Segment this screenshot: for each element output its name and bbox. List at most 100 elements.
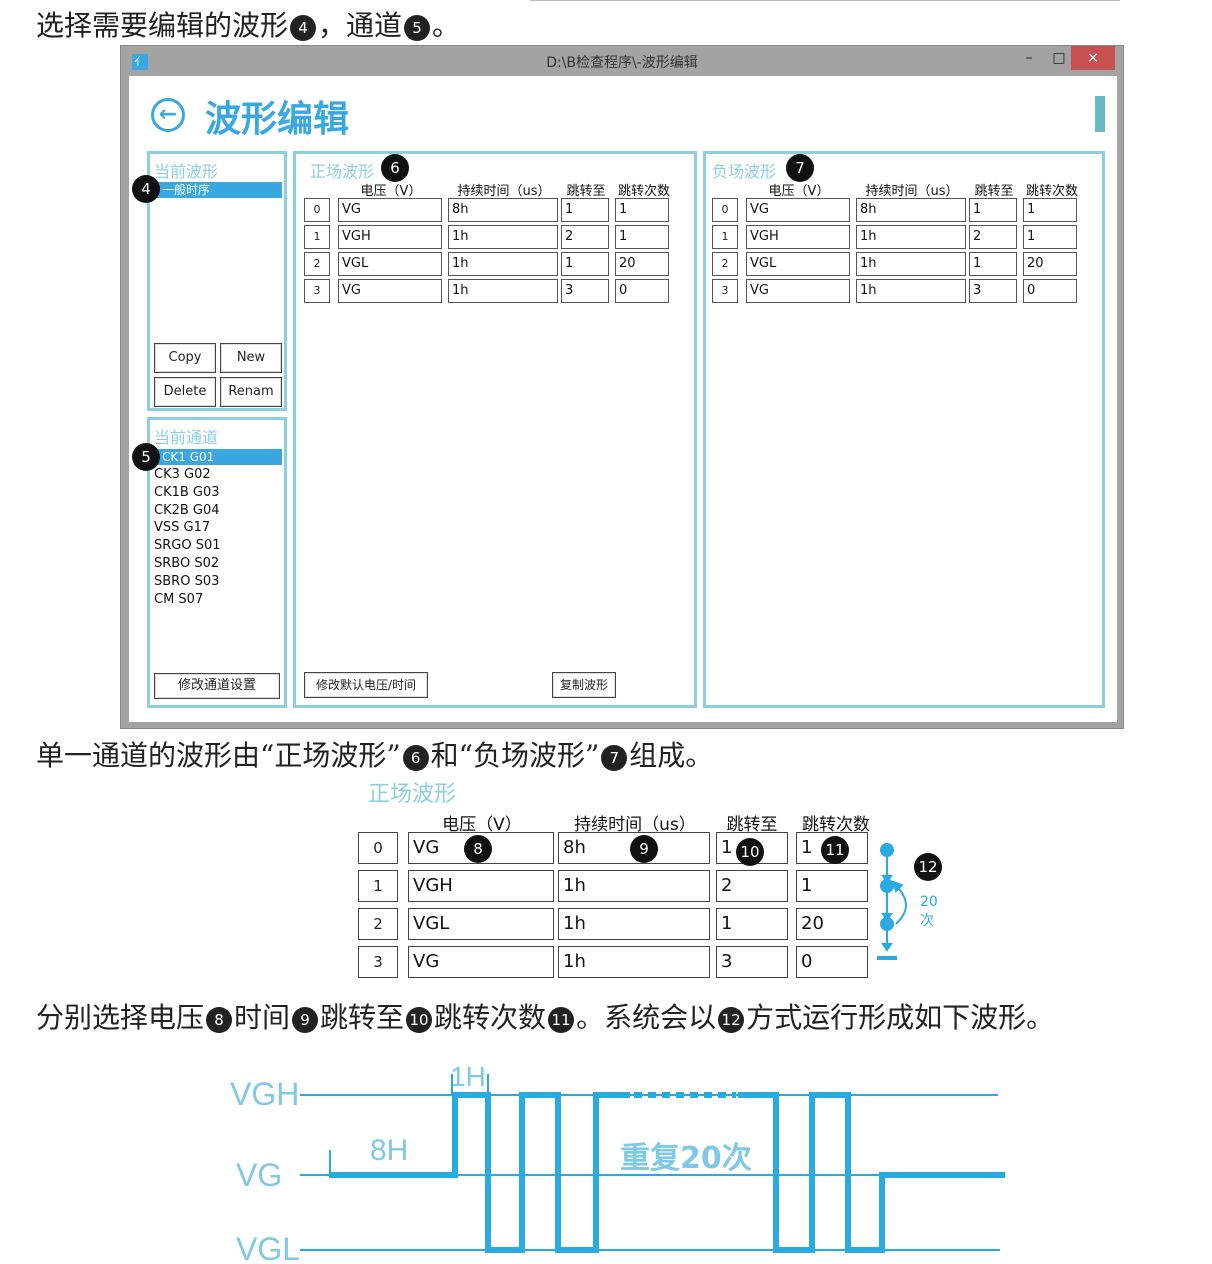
jump-count-field[interactable]: 20: [796, 908, 868, 940]
negative-wave-label: 负场波形: [712, 162, 777, 181]
zoom-label: 正场波形: [368, 782, 457, 807]
jump-count-field[interactable]: 0: [796, 946, 868, 978]
channel-list-item[interactable]: VSS G17: [154, 519, 284, 537]
voltage-field[interactable]: VG: [338, 279, 442, 303]
row-index: 3: [358, 946, 398, 978]
duration-field[interactable]: 1h: [448, 252, 558, 276]
jump-to-field[interactable]: 3: [561, 279, 609, 303]
voltage-field[interactable]: VGH: [338, 225, 442, 249]
voltage-header: 电压（V）: [768, 184, 830, 199]
callout-number: 8: [206, 1006, 233, 1033]
duration-header: 持续时间（us）: [457, 184, 551, 199]
jump-count-field[interactable]: 1: [796, 870, 868, 902]
channel-list-item[interactable]: SRBO S02: [154, 555, 284, 573]
duration-field[interactable]: 1h: [856, 252, 966, 276]
voltage-field[interactable]: VGL: [338, 252, 442, 276]
channel-list-item[interactable]: SBRO S03: [154, 573, 284, 591]
row-index: 1: [358, 870, 398, 902]
level-label-vgl: VGL: [236, 1231, 300, 1264]
duration-field[interactable]: 1h: [448, 225, 558, 249]
modify-channel-button[interactable]: 修改通道设置: [154, 673, 280, 699]
voltage-field[interactable]: VGH: [746, 225, 850, 249]
jump-count-field[interactable]: 0: [1023, 279, 1077, 303]
row-index: 0: [358, 832, 398, 864]
duration-label-1h: 1H: [450, 1061, 486, 1092]
channel-list-item[interactable]: CK1B G03: [154, 484, 284, 502]
voltage-field[interactable]: VG: [408, 946, 554, 978]
new-button[interactable]: New: [220, 343, 282, 373]
jump-to-field[interactable]: 1: [716, 908, 788, 940]
callout-badge: 6: [381, 154, 409, 182]
jump-count-field[interactable]: 0: [615, 279, 669, 303]
jump-count-field[interactable]: 1: [1023, 225, 1077, 249]
close-button[interactable]: ×: [1071, 46, 1115, 70]
positive-wave-panel: 正场波形 6 电压（V） 持续时间（us） 跳转至 跳转次数 0 VG 8h 1 1 1 V…: [293, 151, 697, 708]
doc-text: 组成。: [629, 739, 714, 772]
channel-list-item[interactable]: CM S07: [154, 591, 284, 609]
duration-field[interactable]: 1h: [856, 279, 966, 303]
callout-badge: 7: [786, 154, 814, 182]
duration-field[interactable]: 1h: [856, 225, 966, 249]
callout-number: 6: [402, 744, 429, 771]
voltage-field[interactable]: VG: [746, 198, 850, 222]
row-index: 2: [304, 252, 330, 276]
top-divider: [530, 0, 1120, 1]
jump-to-field[interactable]: 1: [561, 252, 609, 276]
voltage-field[interactable]: VGL: [746, 252, 850, 276]
voltage-field[interactable]: VG: [746, 279, 850, 303]
doc-text: 选择需要编辑的波形: [36, 9, 289, 42]
repeat-label: 重复20次: [620, 1141, 752, 1176]
jump-to-field[interactable]: 2: [561, 225, 609, 249]
voltage-field[interactable]: VG: [338, 198, 442, 222]
jump-to-field[interactable]: 2: [716, 870, 788, 902]
callout-badge: 9: [630, 835, 658, 863]
channel-list-item[interactable]: CK3 G02: [154, 466, 284, 484]
jump-to-field[interactable]: 1: [969, 252, 1017, 276]
duration-field[interactable]: 1h: [558, 946, 710, 978]
doc-line-3: 分别选择电压 8 时间 9 跳转至 10 跳转次数 11 。系统会以 12 方式运行形成如下波形。: [36, 996, 1054, 1036]
voltage-field[interactable]: VGL: [408, 908, 554, 940]
jump-count-field[interactable]: 1: [1023, 198, 1077, 222]
callout-badge: 10: [736, 838, 764, 866]
doc-text: 单一通道的波形由“正场波形”: [36, 739, 401, 772]
doc-text: ，通道: [318, 9, 403, 42]
jump-to-header: 跳转至: [566, 184, 606, 199]
channel-list-item-selected[interactable]: CK1 G01: [152, 449, 282, 465]
channel-list-item[interactable]: CK2B G04: [154, 502, 284, 520]
copy-wave-button[interactable]: 复制波形: [552, 672, 616, 698]
app-window: ⺅ D:\B检查程序\-波形编辑 – □ × ← 波形编辑 当前波形 一般时序 …: [120, 45, 1124, 729]
jump-to-field[interactable]: 3: [716, 946, 788, 978]
row-index: 0: [712, 198, 738, 222]
modify-default-button[interactable]: 修改默认电压/时间: [304, 672, 428, 698]
row-index: 1: [304, 225, 330, 249]
jump-to-field[interactable]: 2: [969, 225, 1017, 249]
callout-badge: 8: [464, 835, 492, 863]
jump-to-field[interactable]: 3: [969, 279, 1017, 303]
callout-badge: 4: [132, 175, 160, 203]
jump-count-field[interactable]: 20: [1023, 252, 1077, 276]
scrollbar[interactable]: [1095, 96, 1105, 132]
jump-count-field[interactable]: 1: [615, 198, 669, 222]
arrow-left-icon[interactable]: ←: [151, 98, 185, 132]
delete-button[interactable]: Delete: [154, 377, 216, 407]
voltage-field[interactable]: VGH: [408, 870, 554, 902]
callout-number: 7: [601, 744, 628, 771]
duration-field[interactable]: 1h: [448, 279, 558, 303]
wave-list-item-selected[interactable]: 一般时序: [152, 182, 282, 198]
positive-wave-label: 正场波形: [310, 162, 375, 181]
callout-number: 9: [292, 1006, 319, 1033]
duration-field[interactable]: 1h: [558, 908, 710, 940]
duration-field[interactable]: 8h: [448, 198, 558, 222]
jump-count-field[interactable]: 1: [615, 225, 669, 249]
callout-number: 10: [406, 1006, 433, 1033]
voltage-header: 电压（V）: [360, 184, 422, 199]
duration-field[interactable]: 8h: [856, 198, 966, 222]
duration-field[interactable]: 1h: [558, 870, 710, 902]
rename-button[interactable]: Renam: [220, 377, 282, 407]
channel-list-item[interactable]: SRGO S01: [154, 537, 284, 555]
jump-count-field[interactable]: 20: [615, 252, 669, 276]
jump-to-field[interactable]: 1: [561, 198, 609, 222]
copy-button[interactable]: Copy: [154, 343, 216, 373]
jump-to-field[interactable]: 1: [969, 198, 1017, 222]
level-label-vg: VG: [236, 1157, 282, 1193]
